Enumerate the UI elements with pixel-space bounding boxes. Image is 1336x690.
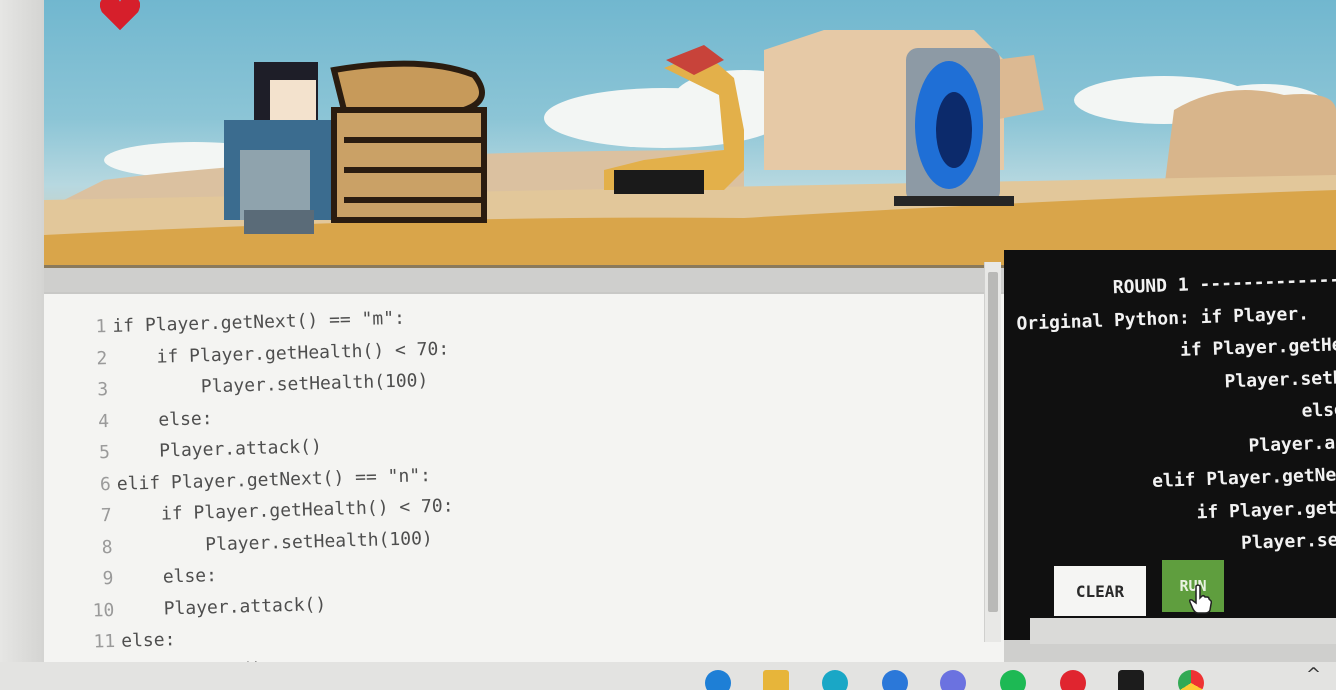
console-scrollbar[interactable] bbox=[1030, 618, 1336, 644]
chevron-up-icon[interactable]: ^ bbox=[1306, 664, 1321, 685]
line-number: 4 bbox=[97, 410, 110, 432]
player-sprite bbox=[224, 62, 334, 234]
code-text[interactable]: else: bbox=[115, 403, 213, 437]
spotify-icon[interactable] bbox=[1000, 670, 1026, 690]
portal-sprite bbox=[894, 48, 1014, 206]
app-icon-2[interactable] bbox=[1118, 670, 1144, 690]
clear-button[interactable]: CLEAR bbox=[1054, 566, 1146, 616]
editor-scrollbar-thumb[interactable] bbox=[988, 272, 998, 612]
line-number: 6 bbox=[99, 473, 112, 495]
line-number: 5 bbox=[98, 441, 111, 464]
chrome-icon[interactable] bbox=[1178, 670, 1204, 690]
line-number: 3 bbox=[97, 379, 109, 401]
discord-icon[interactable] bbox=[940, 670, 966, 690]
line-number: 2 bbox=[96, 347, 108, 369]
app-icon-1[interactable] bbox=[705, 670, 731, 690]
heart-icon bbox=[100, 0, 140, 30]
code-text[interactable]: Player.attack() bbox=[120, 589, 327, 626]
game-canvas bbox=[44, 0, 1336, 268]
monitor-bezel bbox=[0, 0, 44, 690]
desert-scene bbox=[44, 30, 1336, 265]
code-text[interactable]: else: bbox=[119, 560, 217, 594]
folder-icon[interactable] bbox=[763, 670, 789, 690]
code-text[interactable]: else: bbox=[121, 624, 176, 657]
screen: 1 if Player.getNext() == "m": 2 if Player.… bbox=[0, 0, 1336, 690]
line-number: 11 bbox=[93, 630, 116, 653]
line-number: 9 bbox=[102, 567, 114, 590]
editor-scrollbar[interactable] bbox=[984, 262, 1001, 642]
photos-icon[interactable] bbox=[882, 670, 908, 690]
code-editor[interactable]: 1 if Player.getNext() == "m": 2 if Player.… bbox=[44, 292, 1004, 690]
console-lines: ROUND 1 --------------- Original Python:… bbox=[1004, 261, 1336, 600]
snake-enemy-sprite bbox=[330, 60, 487, 223]
hand-cursor-icon bbox=[1189, 584, 1212, 614]
opera-icon[interactable] bbox=[1060, 670, 1086, 690]
line-number: 10 bbox=[92, 599, 115, 622]
line-number: 8 bbox=[101, 536, 113, 558]
code-lines[interactable]: 1 if Player.getNext() == "m": 2 if Player.… bbox=[72, 302, 458, 690]
line-number: 7 bbox=[100, 504, 112, 527]
edge-icon[interactable] bbox=[822, 670, 848, 690]
line-number: 1 bbox=[95, 316, 107, 338]
